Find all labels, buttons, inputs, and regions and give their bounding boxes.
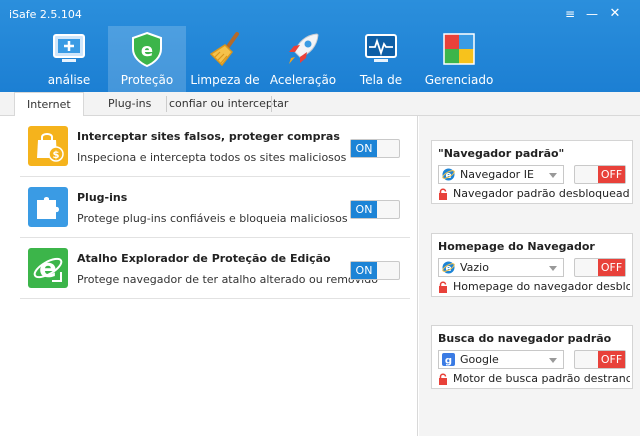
nav-label: análise [47,73,91,87]
search-engine-card: Busca do navegador padrão g Google OFF M… [431,325,633,389]
shortcut-protection-toggle[interactable]: ON [350,261,400,280]
default-browser-lock-toggle[interactable]: OFF [574,165,626,184]
unlock-icon [439,281,447,293]
chevron-down-icon [549,358,557,363]
status-text: Motor de busca padrão destrancado [453,372,630,385]
homepage-select[interactable]: e Vazio [438,258,564,277]
shopping-bag-icon: $ [28,126,68,166]
toggle-state: ON [351,262,377,279]
toggle-state: ON [351,201,377,218]
google-icon: g [442,353,455,366]
toggle-state: ON [351,140,377,157]
search-engine-select[interactable]: g Google [438,350,564,369]
card-title: Busca do navegador padrão [438,332,612,345]
app-title: iSafe 2.5.104 [9,8,82,21]
ie-icon: e [442,168,455,181]
feature-row: $ Interceptar sites falsos, proteger com… [20,116,410,177]
homepage-card: Homepage do Navegador e Vazio OFF Homepa… [431,233,633,297]
chevron-down-icon [549,266,557,271]
minimize-button[interactable]: — [583,6,601,22]
svg-text:e: e [141,40,153,61]
title-bar: iSafe 2.5.104 ≡ — ✕ análise e Proteção L… [0,0,640,92]
default-browser-card: "Navegador padrão" e Navegador IE OFF Na… [431,140,633,204]
rocket-icon [289,33,319,64]
nav-gerenciado[interactable]: Gerenciado [420,26,498,92]
app-grid-icon [443,33,475,65]
nav-label: Gerenciado [424,73,494,87]
nav-tela[interactable]: Tela de [342,26,420,92]
lock-status: Navegador padrão desbloqueado [438,187,630,201]
toggle-state: OFF [598,259,625,276]
feature-row: Plug-ins Protege plug-ins confiáveis e b… [20,177,410,238]
feature-row: e Atalho Explorador de Proteção de Ediçã… [20,238,410,299]
select-value: Vazio [460,261,489,274]
tab-divider [166,96,167,112]
nav-protecao[interactable]: e Proteção [108,26,186,92]
feature-title: Plug-ins [77,191,128,204]
chevron-down-icon [549,173,557,178]
default-browser-select[interactable]: e Navegador IE [438,165,564,184]
svg-text:g: g [445,356,452,367]
toggle-state: OFF [598,166,625,183]
unlock-icon [439,373,447,385]
tab-divider [271,96,272,112]
pulse-monitor-icon [365,34,397,62]
sub-tab-bar: Internet Plug-ins confiar ou interceptar [0,92,640,117]
card-title: Homepage do Navegador [438,240,595,253]
nav-label: Limpeza de [190,73,260,87]
shopping-protection-toggle[interactable]: ON [350,139,400,158]
search-engine-lock-toggle[interactable]: OFF [574,350,626,369]
homepage-lock-toggle[interactable]: OFF [574,258,626,277]
nav-label: Tela de [359,73,403,87]
monitor-icon [53,34,85,62]
feature-title: Interceptar sites falsos, proteger compr… [77,130,340,143]
unlock-icon [439,188,447,200]
nav-label: Proteção [120,73,174,87]
tab-internet[interactable]: Internet [14,92,84,117]
feature-desc: Protege plug-ins confiáveis e bloqueia m… [77,212,348,225]
ie-shortcut-icon: e [28,248,68,288]
feature-title: Atalho Explorador de Proteção de Edição [77,252,331,265]
nav-limpeza[interactable]: Limpeza de [186,26,264,92]
plugins-toggle[interactable]: ON [350,200,400,219]
shield-e-icon: e [132,31,162,68]
broom-icon [209,32,239,67]
ie-icon: e [442,261,455,274]
status-text: Homepage do navegador desbloqueado [453,280,630,293]
lock-status: Motor de busca padrão destrancado [438,372,630,386]
feature-desc: Inspeciona e intercepta todos os sites m… [77,151,347,164]
protection-features: $ Interceptar sites falsos, proteger com… [0,116,418,436]
feature-desc: Protege navegador de ter atalho alterado… [77,273,378,286]
lock-status: Homepage do navegador desbloqueado [438,280,630,294]
tab-plug-ins[interactable]: Plug-ins [108,92,151,116]
nav-aceleracao[interactable]: Aceleração [264,26,342,92]
status-text: Navegador padrão desbloqueado [453,187,630,200]
menu-icon[interactable]: ≡ [561,6,579,22]
svg-text:$: $ [53,150,60,161]
nav-label: Aceleração [269,73,337,87]
close-button[interactable]: ✕ [606,6,624,22]
browser-lock-panel: "Navegador padrão" e Navegador IE OFF Na… [419,116,640,436]
select-value: Google [460,353,499,366]
select-value: Navegador IE [460,168,534,181]
nav-analise[interactable]: análise [30,26,108,92]
toggle-state: OFF [598,351,625,368]
puzzle-icon [28,187,68,227]
card-title: "Navegador padrão" [438,147,565,160]
